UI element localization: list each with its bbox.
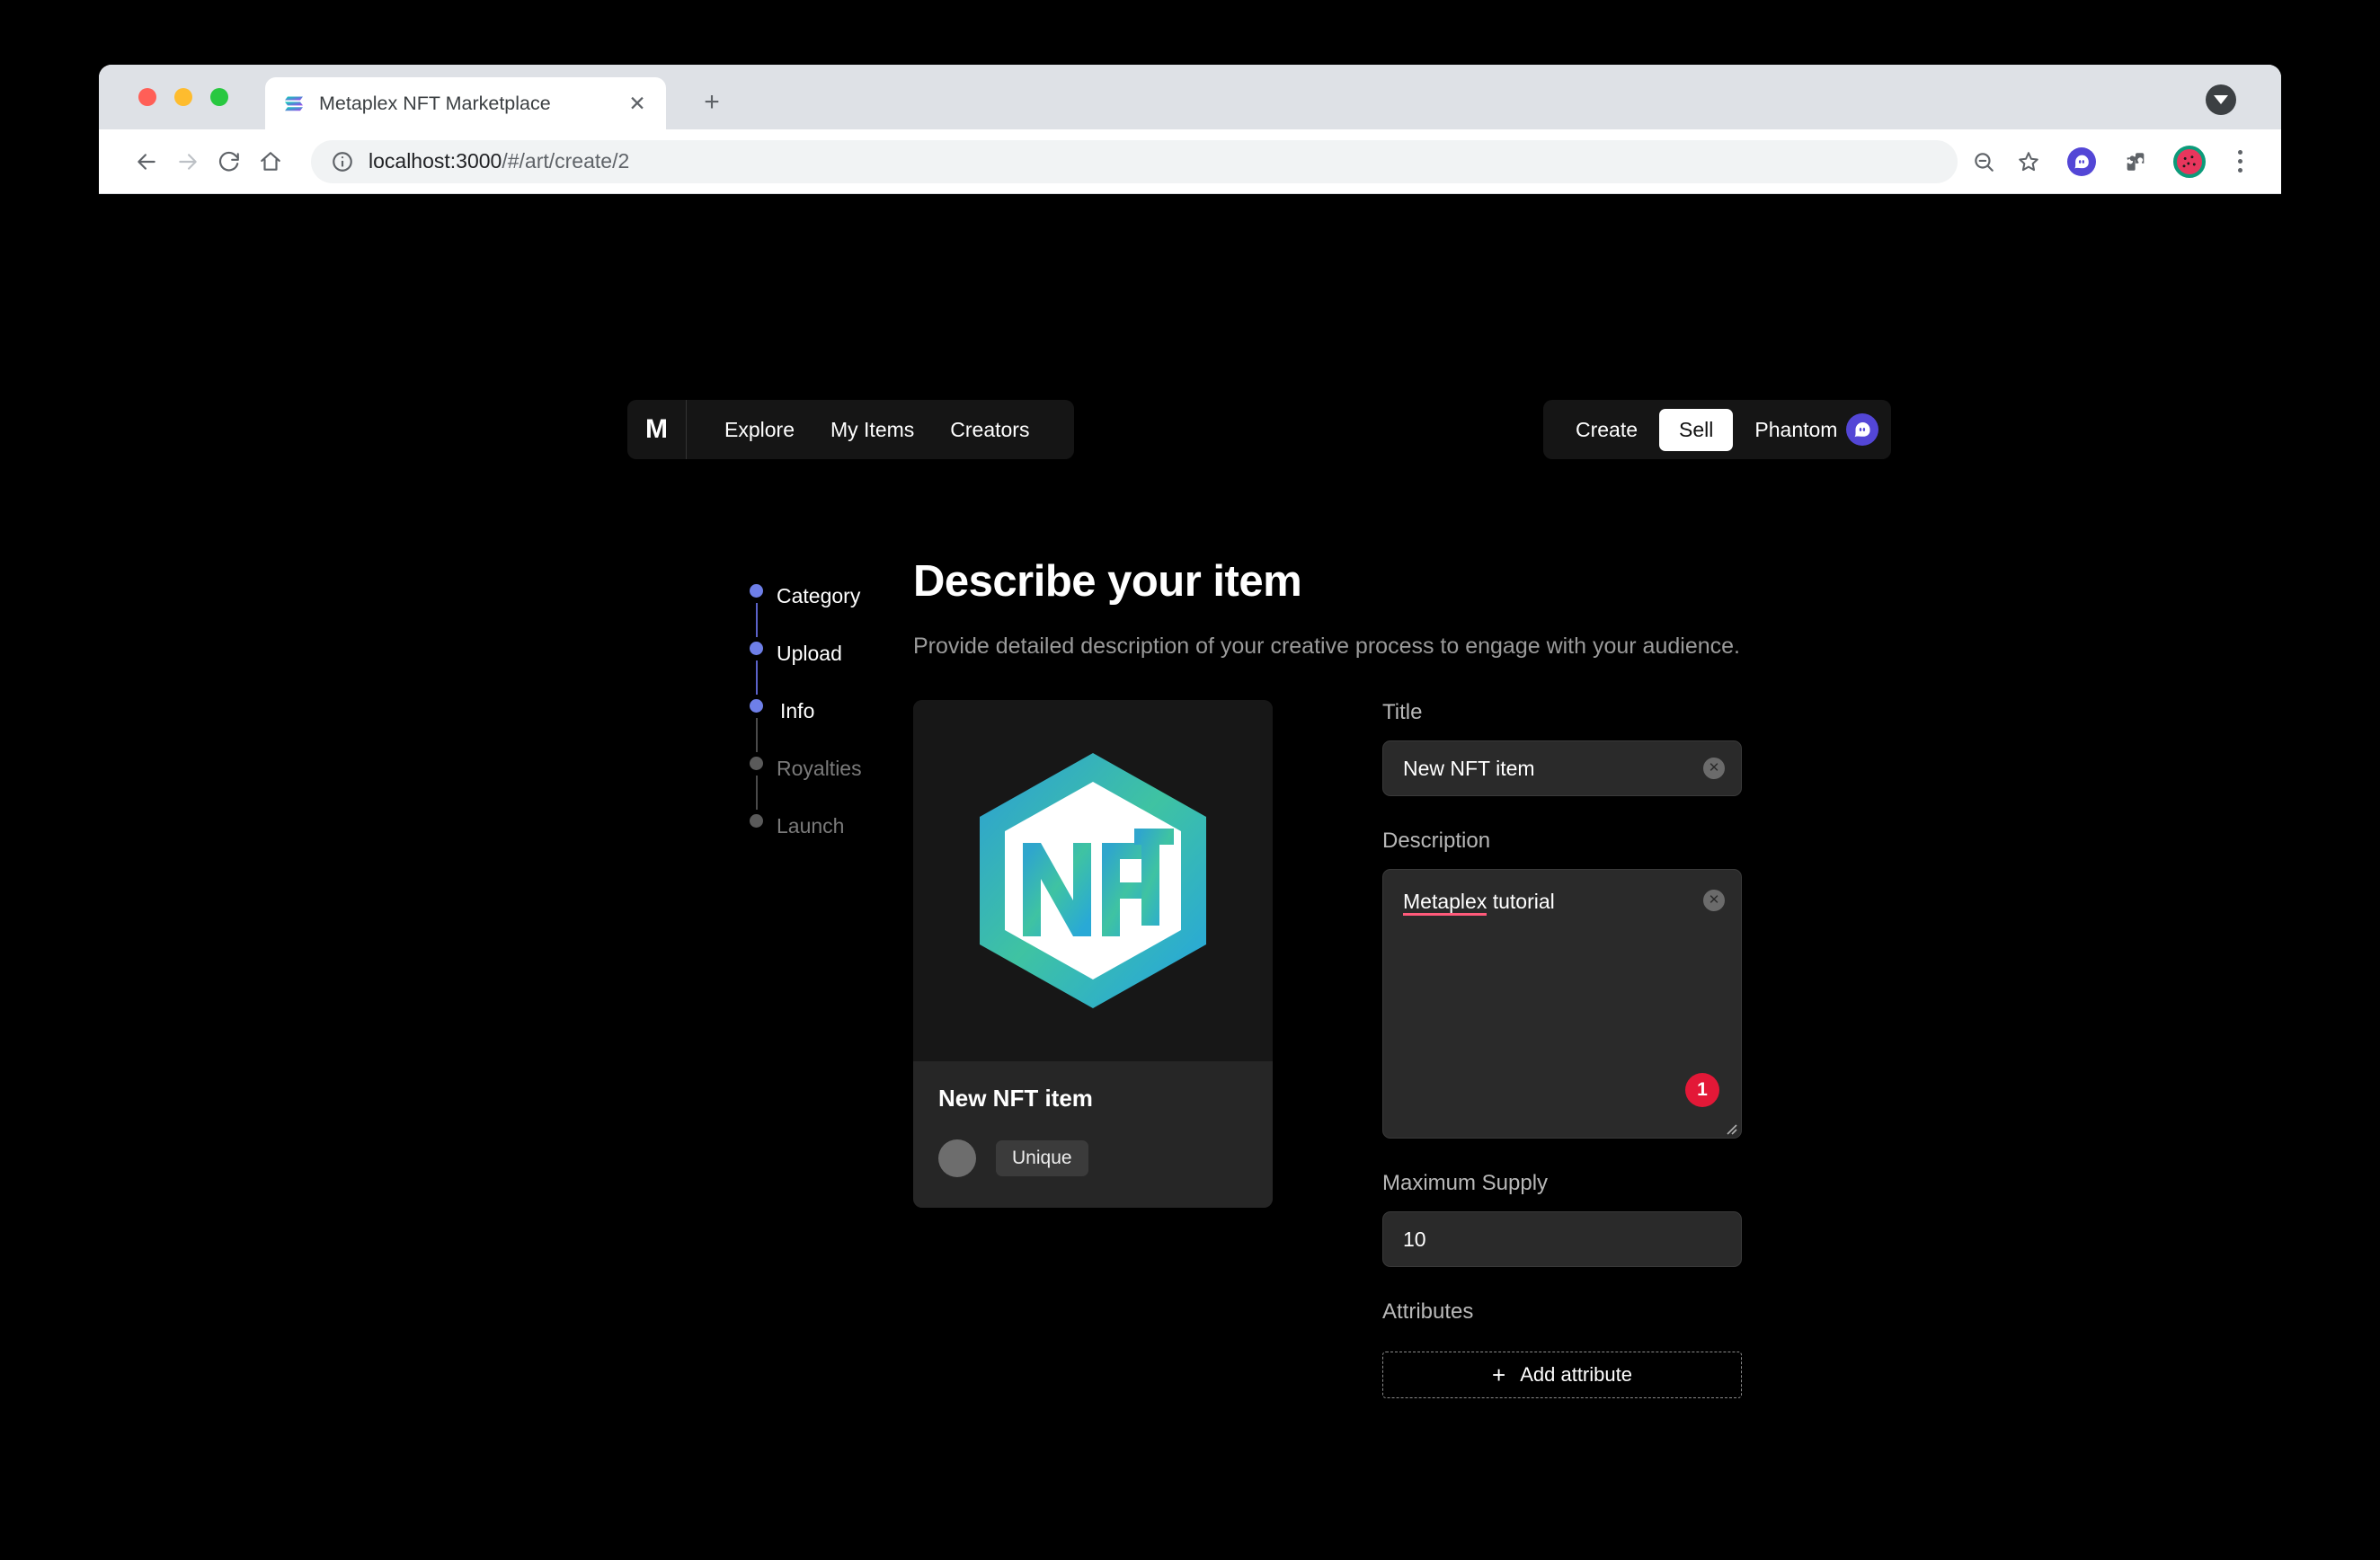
- nft-preview-image: [913, 700, 1273, 1062]
- app-logo[interactable]: M: [627, 400, 687, 459]
- phantom-wallet-icon[interactable]: [2062, 142, 2101, 182]
- nav-button-create[interactable]: Create: [1563, 418, 1650, 442]
- minimize-window-button[interactable]: [174, 88, 192, 106]
- close-window-button[interactable]: [138, 88, 156, 106]
- new-tab-button[interactable]: +: [697, 88, 727, 119]
- resize-handle[interactable]: [1721, 1119, 1737, 1135]
- address-bar[interactable]: localhost:3000/#/art/create/2: [311, 139, 1958, 183]
- field-description: Description Metaplex tutorial ✕ 1: [1382, 829, 1742, 1139]
- step-label: Category: [777, 583, 861, 607]
- tab-strip: Metaplex NFT Marketplace ✕ +: [99, 65, 2281, 129]
- misspelled-word: Metaplex: [1403, 890, 1488, 917]
- description-textarea[interactable]: Metaplex tutorial ✕ 1: [1382, 869, 1742, 1139]
- url-path: /#/art/create/2: [502, 149, 630, 173]
- solana-logo-icon: [281, 91, 306, 116]
- info-circle-icon[interactable]: [331, 150, 354, 173]
- nft-preview-title: New NFT item: [938, 1085, 1093, 1112]
- title-input-value: New NFT item: [1403, 756, 1535, 780]
- nav-button-sell[interactable]: Sell: [1659, 408, 1734, 451]
- back-icon[interactable]: [126, 141, 167, 182]
- add-attribute-button[interactable]: + Add attribute: [1382, 1352, 1742, 1399]
- ghost-icon: [2067, 146, 2096, 176]
- browser-tab[interactable]: Metaplex NFT Marketplace ✕: [265, 77, 666, 129]
- status-badge: Unique: [996, 1140, 1088, 1177]
- phantom-ghost-icon[interactable]: [1846, 413, 1879, 446]
- menu-dot: [2237, 150, 2242, 155]
- page-viewport: M Explore My Items Creators Create Sell …: [99, 194, 2281, 1420]
- extensions-puzzle-icon[interactable]: [2116, 142, 2155, 182]
- watermelon-avatar-icon: [2173, 145, 2206, 178]
- close-tab-button[interactable]: ✕: [625, 91, 650, 116]
- step-dot-icon: [750, 699, 763, 713]
- field-maximum-supply: Maximum Supply 10: [1382, 1171, 1742, 1268]
- step-item-royalties[interactable]: Royalties: [750, 740, 911, 810]
- app-nav-right: Create Sell Phantom: [1543, 400, 1892, 459]
- home-icon[interactable]: [250, 141, 291, 182]
- title-input[interactable]: New NFT item ✕: [1382, 740, 1742, 797]
- step-dot-icon: [750, 757, 763, 770]
- page-title: Describe your item: [913, 557, 1302, 606]
- step-label: Info: [780, 698, 815, 722]
- step-dot-icon: [750, 814, 763, 828]
- nft-preview-meta: Unique: [938, 1139, 1248, 1178]
- plus-icon: +: [1492, 1361, 1506, 1388]
- step-item-upload[interactable]: Upload: [750, 625, 911, 695]
- profile-avatar[interactable]: [2170, 142, 2209, 182]
- description-value: Metaplex tutorial: [1403, 890, 1555, 917]
- step-label: Launch: [777, 813, 845, 838]
- content-column: Describe your item Provide detailed desc…: [913, 557, 1848, 1399]
- step-item-launch[interactable]: Launch: [750, 797, 911, 855]
- url-host: localhost:3000: [369, 149, 502, 173]
- field-attributes: Attributes + Add attribute: [1382, 1299, 1742, 1399]
- nav-link-explore[interactable]: Explore: [706, 418, 813, 442]
- forward-icon[interactable]: [167, 141, 209, 182]
- app-nav-left: M Explore My Items Creators: [627, 400, 1075, 459]
- step-label: Upload: [777, 641, 842, 665]
- maximum-supply-input[interactable]: 10: [1382, 1211, 1742, 1268]
- menu-dot: [2237, 168, 2242, 173]
- tab-search-button[interactable]: [2206, 84, 2236, 115]
- title-field-label: Title: [1382, 700, 1423, 725]
- nft-hexagon-logo-icon: [980, 753, 1206, 1009]
- description-rest: tutorial: [1487, 890, 1555, 914]
- browser-tab-title: Metaplex NFT Marketplace: [319, 92, 551, 114]
- browser-toolbar: localhost:3000/#/art/create/2: [99, 129, 2281, 194]
- maximize-window-button[interactable]: [210, 88, 228, 106]
- zoom-out-icon[interactable]: [1965, 143, 2003, 181]
- menu-dot: [2237, 159, 2242, 164]
- browser-menu-icon[interactable]: [2222, 144, 2258, 180]
- step-label: Royalties: [777, 756, 862, 780]
- browser-window: Metaplex NFT Marketplace ✕ + localhost:3…: [99, 65, 2281, 1420]
- step-dot-icon: [750, 584, 763, 598]
- form-fields: Title New NFT item ✕ Description Metaple…: [1382, 700, 1742, 1399]
- field-title: Title New NFT item ✕: [1382, 700, 1742, 797]
- clear-description-button[interactable]: ✕: [1703, 890, 1725, 912]
- step-item-category[interactable]: Category: [750, 567, 911, 637]
- form-area: New NFT item Unique Title New NFT item ✕: [913, 700, 1848, 1399]
- clear-title-button[interactable]: ✕: [1703, 758, 1725, 780]
- add-attribute-label: Add attribute: [1520, 1363, 1632, 1387]
- nav-link-my-items[interactable]: My Items: [813, 418, 932, 442]
- chevron-down-icon: [2214, 95, 2228, 104]
- wallet-label[interactable]: Phantom: [1742, 418, 1837, 442]
- reload-icon[interactable]: [209, 141, 250, 182]
- nav-link-creators[interactable]: Creators: [932, 418, 1047, 442]
- maximum-supply-value: 10: [1403, 1227, 1426, 1251]
- page-subtitle: Provide detailed description of your cre…: [913, 633, 1740, 659]
- step-rail: Category Upload Info Royalties Launch: [750, 567, 911, 855]
- maximum-supply-label: Maximum Supply: [1382, 1171, 1549, 1196]
- attributes-label: Attributes: [1382, 1299, 1474, 1325]
- nft-preview-card: New NFT item Unique: [913, 700, 1273, 1209]
- creator-avatar: [938, 1139, 976, 1178]
- step-item-info[interactable]: Info: [750, 682, 911, 752]
- step-dot-icon: [750, 642, 763, 655]
- window-traffic-lights: [138, 88, 228, 106]
- bookmark-star-icon[interactable]: [2010, 143, 2047, 181]
- description-badge: 1: [1685, 1073, 1719, 1108]
- nft-preview-body: New NFT item Unique: [913, 1061, 1273, 1209]
- url-text: localhost:3000/#/art/create/2: [369, 149, 629, 173]
- description-field-label: Description: [1382, 829, 1491, 854]
